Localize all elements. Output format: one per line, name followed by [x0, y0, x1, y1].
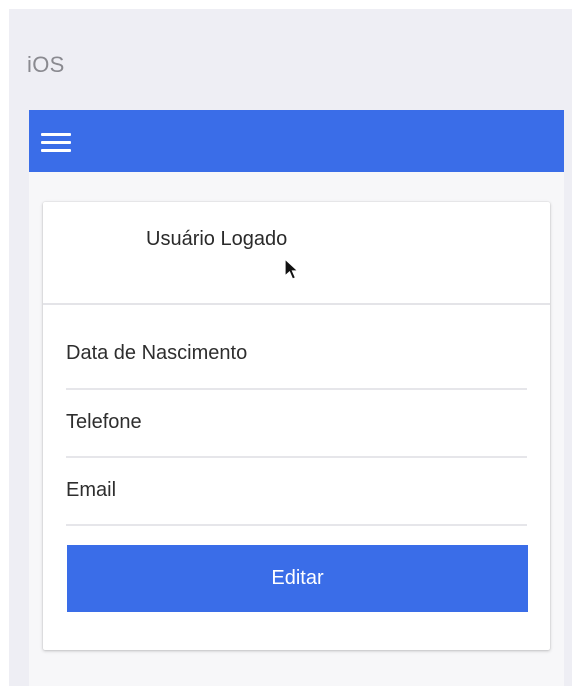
email-label: Email	[66, 479, 117, 501]
birthdate-label: Data de Nascimento	[66, 342, 248, 364]
menu-bar-line	[41, 133, 71, 136]
card-title: Usuário Logado	[146, 228, 288, 250]
hamburger-menu-icon[interactable]	[41, 131, 73, 153]
platform-label: iOS	[27, 52, 65, 77]
phone-label: Telefone	[66, 411, 142, 433]
profile-card: Usuário Logado Data de Nascimento Telefo…	[43, 202, 550, 650]
edit-button[interactable]: Editar	[67, 545, 528, 612]
top-toolbar	[29, 110, 564, 172]
mouse-pointer-icon	[284, 258, 300, 280]
menu-bar-line	[41, 141, 71, 144]
card-header: Usuário Logado	[43, 202, 550, 305]
menu-bar-line	[41, 149, 71, 152]
app-screen: Usuário Logado Data de Nascimento Telefo…	[29, 110, 564, 686]
email-field[interactable]	[66, 458, 527, 526]
